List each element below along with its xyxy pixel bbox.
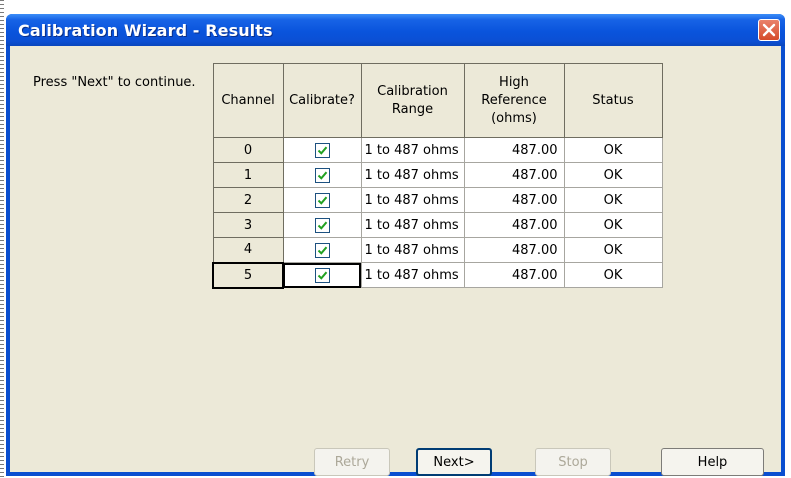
- help-button[interactable]: Help: [661, 448, 764, 476]
- checkmark-icon: [317, 171, 327, 180]
- high-reference-cell[interactable]: 487.00: [463, 137, 565, 163]
- col-header-high-line2: Reference: [481, 92, 547, 108]
- checkmark-icon: [317, 196, 327, 205]
- col-header-channel: Channel: [212, 63, 284, 138]
- col-header-channel-label: Channel: [221, 92, 275, 108]
- col-header-status: Status: [563, 63, 663, 138]
- col-header-range-line2: Range: [391, 101, 434, 117]
- high-reference-cell[interactable]: 487.00: [463, 262, 565, 288]
- calibrate-cell[interactable]: [282, 212, 362, 238]
- range-cell[interactable]: 1 to 487 ohms: [360, 212, 465, 238]
- checkmark-icon: [317, 221, 327, 230]
- left-edge-dots: [0, 0, 4, 478]
- calibrate-checkbox[interactable]: [314, 217, 330, 233]
- window-title: Calibration Wizard - Results: [18, 21, 273, 40]
- channel-cell[interactable]: 0: [212, 137, 284, 163]
- col-header-high-line3: (ohms): [491, 110, 537, 126]
- col-header-status-label: Status: [592, 92, 634, 108]
- instruction-text: Press "Next" to continue.: [33, 75, 196, 90]
- retry-button[interactable]: Retry: [314, 448, 390, 476]
- table-row[interactable]: 3 1 to 487 ohms 487.00 OK: [212, 212, 663, 238]
- calibrate-cell[interactable]: [282, 237, 362, 263]
- channel-cell[interactable]: 2: [212, 187, 284, 213]
- close-icon: [762, 23, 776, 37]
- checkmark-icon: [317, 146, 327, 155]
- channel-cell[interactable]: 5: [212, 261, 284, 289]
- dialog-body: Press "Next" to continue. Channel Calibr…: [10, 46, 781, 476]
- range-cell[interactable]: 1 to 487 ohms: [360, 237, 465, 263]
- status-cell[interactable]: OK: [563, 262, 663, 288]
- range-cell[interactable]: 1 to 487 ohms: [360, 187, 465, 213]
- table-row[interactable]: 5 1 to 487 ohms 487.00 OK: [212, 261, 663, 289]
- high-reference-cell[interactable]: 487.00: [463, 237, 565, 263]
- col-header-range: Calibration Range: [360, 63, 465, 138]
- calibrate-checkbox[interactable]: [314, 167, 330, 183]
- close-button[interactable]: [758, 19, 780, 41]
- table-row[interactable]: 1 1 to 487 ohms 487.00 OK: [212, 162, 663, 188]
- checkmark-icon: [317, 271, 328, 280]
- calibrate-cell[interactable]: [282, 162, 362, 188]
- calibration-dialog: Calibration Wizard - Results Press "Next…: [6, 14, 785, 476]
- calibration-table: Channel Calibrate? Calibration Range Hig…: [212, 63, 663, 289]
- high-reference-cell[interactable]: 487.00: [463, 162, 565, 188]
- col-header-high-reference: High Reference (ohms): [463, 63, 565, 138]
- table-row[interactable]: 0 1 to 487 ohms 487.00 OK: [212, 137, 663, 163]
- next-button[interactable]: Next>: [416, 448, 492, 476]
- range-cell[interactable]: 1 to 487 ohms: [360, 137, 465, 163]
- calibrate-checkbox[interactable]: [314, 142, 330, 158]
- channel-cell[interactable]: 3: [212, 212, 284, 238]
- col-header-calibrate-label: Calibrate?: [289, 92, 355, 108]
- table-row[interactable]: 2 1 to 487 ohms 487.00 OK: [212, 187, 663, 213]
- col-header-calibrate: Calibrate?: [282, 63, 362, 138]
- status-cell[interactable]: OK: [563, 187, 663, 213]
- col-header-high-line1: High: [499, 74, 529, 90]
- range-cell[interactable]: 1 to 487 ohms: [360, 162, 465, 188]
- calibrate-checkbox[interactable]: [314, 267, 330, 283]
- status-cell[interactable]: OK: [563, 237, 663, 263]
- status-cell[interactable]: OK: [563, 212, 663, 238]
- calibrate-cell[interactable]: [282, 187, 362, 213]
- status-cell[interactable]: OK: [563, 137, 663, 163]
- stop-button[interactable]: Stop: [535, 448, 611, 476]
- calibrate-checkbox[interactable]: [314, 192, 330, 208]
- calibrate-cell[interactable]: [282, 137, 362, 163]
- high-reference-cell[interactable]: 487.00: [463, 212, 565, 238]
- col-header-range-line1: Calibration: [377, 83, 448, 99]
- table-row[interactable]: 4 1 to 487 ohms 487.00 OK: [212, 237, 663, 263]
- high-reference-cell[interactable]: 487.00: [463, 187, 565, 213]
- checkmark-icon: [317, 246, 327, 255]
- range-cell[interactable]: 1 to 487 ohms: [360, 262, 465, 288]
- calibrate-cell[interactable]: [282, 262, 362, 288]
- title-bar[interactable]: Calibration Wizard - Results: [6, 14, 785, 46]
- channel-cell[interactable]: 1: [212, 162, 284, 188]
- channel-cell[interactable]: 4: [212, 237, 284, 263]
- status-cell[interactable]: OK: [563, 162, 663, 188]
- calibrate-checkbox[interactable]: [314, 242, 330, 258]
